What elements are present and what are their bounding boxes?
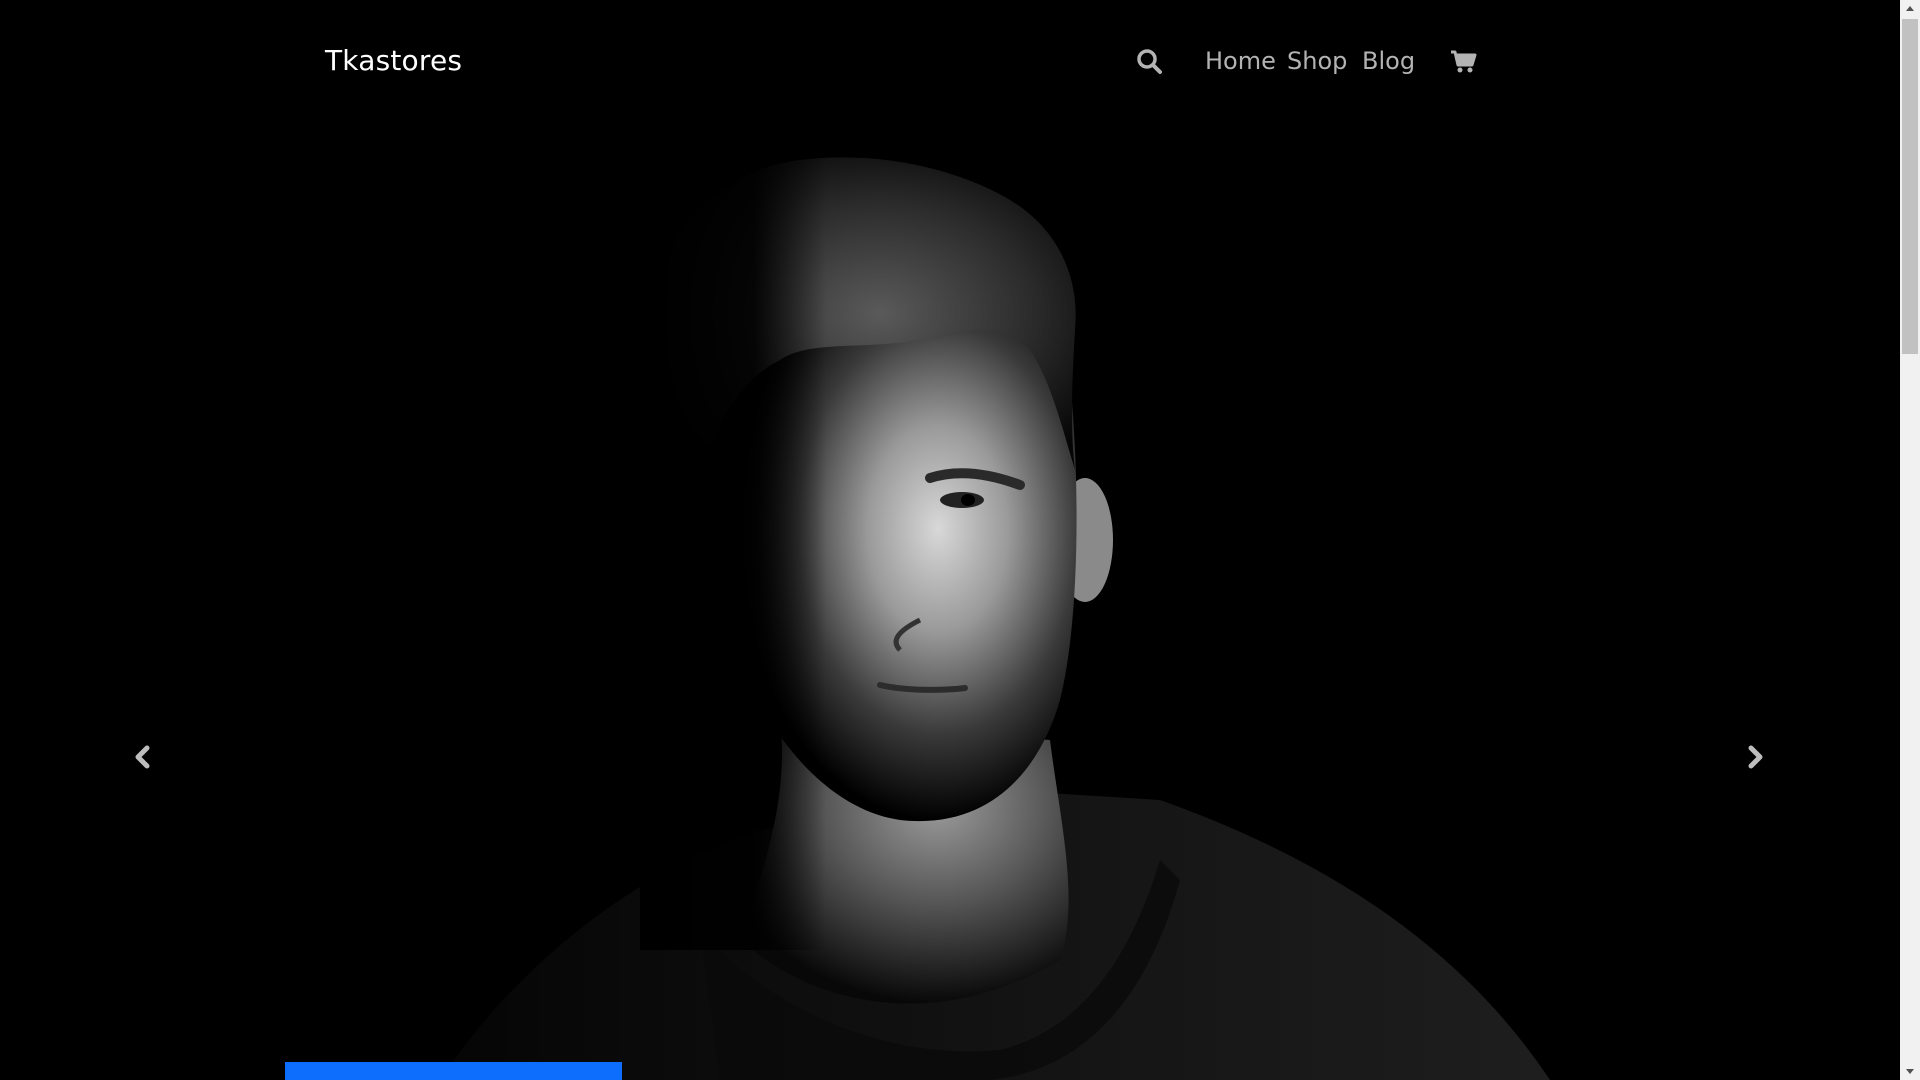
vertical-scrollbar[interactable] bbox=[1900, 0, 1920, 1080]
scrollbar-thumb[interactable] bbox=[1902, 19, 1918, 354]
scroll-down-arrow-icon[interactable] bbox=[1900, 1063, 1920, 1080]
hero-cta-button[interactable] bbox=[285, 1062, 622, 1080]
navbar: Tkastores Home Shop Blog bbox=[0, 0, 1900, 125]
nav-blog-link[interactable]: Blog bbox=[1362, 47, 1415, 75]
portrait-illustration bbox=[440, 150, 1550, 1080]
chevron-right-icon[interactable] bbox=[1740, 742, 1770, 772]
scroll-up-arrow-icon[interactable] bbox=[1900, 0, 1920, 17]
hero-image bbox=[0, 0, 1900, 1080]
chevron-left-icon[interactable] bbox=[128, 742, 158, 772]
page-viewport: Tkastores Home Shop Blog bbox=[0, 0, 1900, 1080]
nav-shop-link[interactable]: Shop bbox=[1287, 47, 1347, 75]
brand-logo[interactable]: Tkastores bbox=[325, 44, 462, 77]
search-icon[interactable] bbox=[1136, 48, 1164, 76]
cart-icon[interactable] bbox=[1450, 50, 1478, 74]
nav-home-link[interactable]: Home bbox=[1205, 47, 1276, 75]
